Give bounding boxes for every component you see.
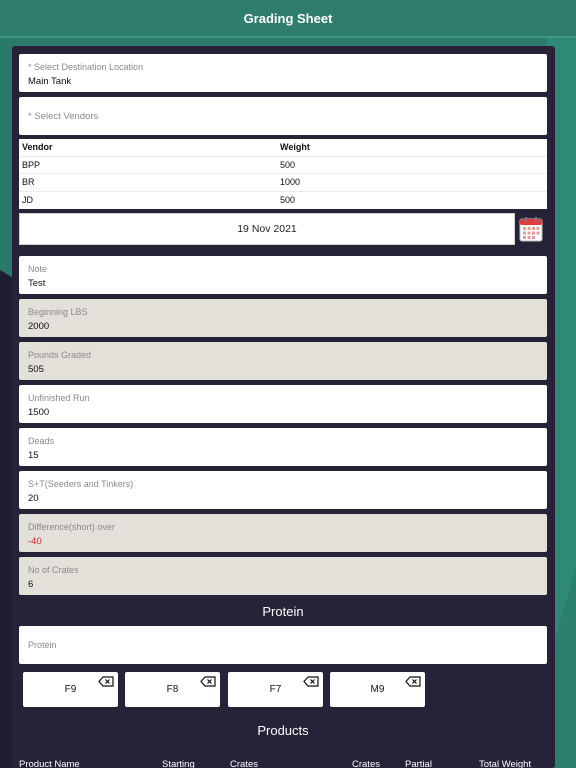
unfinished-run-value: 1500: [28, 407, 50, 418]
no-of-crates-field: No of Crates 6: [19, 557, 547, 595]
difference-label: Difference(short) over: [28, 522, 115, 532]
pounds-graded-value: 505: [28, 364, 44, 375]
destination-location-select[interactable]: * Select Destination Location Main Tank: [19, 54, 547, 92]
backspace-icon[interactable]: [303, 676, 319, 687]
no-of-crates-value: 6: [28, 579, 34, 590]
calendar-icon[interactable]: [519, 216, 543, 242]
protein-chip-label: F7: [269, 684, 282, 695]
weight-cell: 500: [280, 159, 296, 170]
protein-chip-label: M9: [370, 684, 385, 695]
weight-cell: 1000: [280, 177, 301, 188]
unfinished-run-field[interactable]: Unfinished Run 1500: [19, 385, 547, 423]
table-row[interactable]: JD 500: [19, 192, 547, 210]
vendors-select-placeholder: * Select Vendors: [28, 110, 99, 122]
difference-value: -40: [28, 536, 42, 547]
vendors-select[interactable]: * Select Vendors: [19, 97, 547, 135]
seeders-tinkers-value: 20: [28, 493, 39, 504]
destination-location-value: Main Tank: [28, 76, 72, 87]
protein-chip-label: F8: [166, 684, 179, 695]
products-table-header: Product Name Starting Crates Crates Part…: [19, 759, 547, 768]
note-value: Test: [28, 278, 46, 289]
deads-label: Deads: [28, 436, 55, 446]
vendor-column-header: Vendor: [22, 142, 53, 153]
vendor-table-header: Vendor Weight: [19, 139, 547, 157]
pounds-graded-label: Pounds Graded: [28, 350, 92, 360]
protein-chip-f9[interactable]: F9: [23, 672, 118, 707]
vendor-cell: JD: [22, 195, 33, 206]
pounds-graded-field: Pounds Graded 505: [19, 342, 547, 380]
product-name-column-header: Product Name: [19, 759, 80, 768]
unfinished-run-label: Unfinished Run: [28, 393, 90, 403]
no-of-crates-label: No of Crates: [28, 565, 79, 575]
protein-section-title: Protein: [262, 604, 304, 619]
beginning-lbs-value: 2000: [28, 321, 50, 332]
backspace-icon[interactable]: [200, 676, 216, 687]
protein-input-placeholder: Protein: [28, 639, 57, 650]
protein-chip-m9[interactable]: M9: [330, 672, 425, 707]
backspace-icon[interactable]: [405, 676, 421, 687]
weight-column-header: Weight: [280, 142, 310, 153]
difference-field: Difference(short) over -40: [19, 514, 547, 552]
deads-value: 15: [28, 450, 39, 461]
seeders-tinkers-field[interactable]: S+T(Seeders and Tinkers) 20: [19, 471, 547, 509]
protein-input[interactable]: Protein: [19, 626, 547, 664]
backspace-icon[interactable]: [98, 676, 114, 687]
partial-column-header: Partial: [405, 759, 432, 768]
seeders-tinkers-label: S+T(Seeders and Tinkers): [28, 479, 134, 489]
destination-location-label: * Select Destination Location: [28, 62, 144, 72]
date-field[interactable]: 19 Nov 2021: [19, 213, 515, 245]
crates-column-header: Crates: [230, 759, 258, 768]
total-weight-column-header: Total Weight: [479, 759, 532, 768]
beginning-lbs-label: Beginning LBS: [28, 307, 88, 317]
table-row[interactable]: BR 1000: [19, 174, 547, 192]
vendor-cell: BPP: [22, 159, 41, 170]
vendor-table: Vendor Weight BPP 500 BR 1000 JD 500: [19, 139, 547, 209]
beginning-lbs-field: Beginning LBS 2000: [19, 299, 547, 337]
vendor-cell: BR: [22, 177, 35, 188]
products-section-title: Products: [257, 723, 309, 738]
page-title: Grading Sheet: [243, 10, 333, 26]
deads-field[interactable]: Deads 15: [19, 428, 547, 466]
table-row[interactable]: BPP 500: [19, 157, 547, 174]
weight-cell: 500: [280, 195, 296, 206]
protein-chip-label: F9: [64, 684, 77, 695]
nav-header: Grading Sheet: [0, 0, 576, 38]
protein-chip-f7[interactable]: F7: [228, 672, 323, 707]
note-field[interactable]: Note Test: [19, 256, 547, 294]
note-label: Note: [28, 264, 48, 274]
starting-column-header: Starting: [162, 759, 195, 768]
protein-chip-f8[interactable]: F8: [125, 672, 220, 707]
crates-column-header-2: Crates: [352, 759, 380, 768]
